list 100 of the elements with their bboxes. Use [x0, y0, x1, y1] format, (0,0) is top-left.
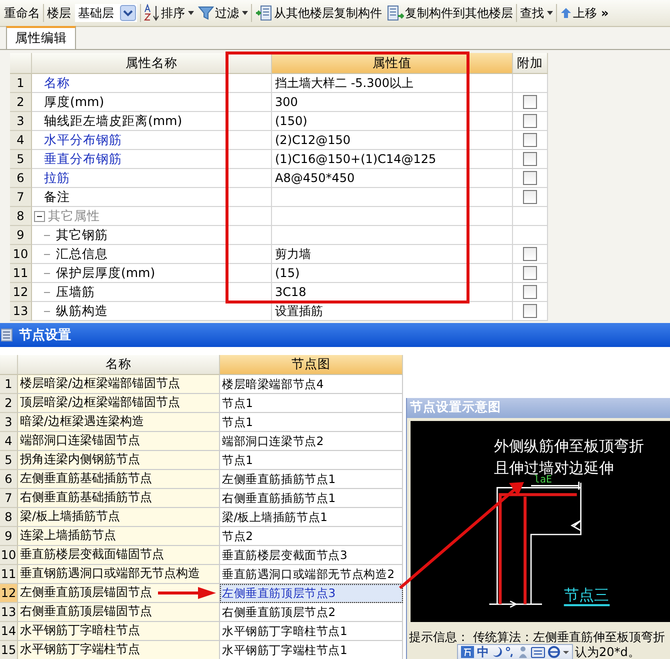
property-name: 备注: [44, 188, 70, 206]
property-value[interactable]: 挡土墙大样二 -5.300以上: [272, 74, 513, 93]
node-cell[interactable]: 左侧垂直筋顶层节点3: [220, 584, 403, 603]
up-arrow-icon: [560, 7, 572, 19]
rename-button[interactable]: 重命名: [2, 2, 42, 24]
node-cell[interactable]: 楼层暗梁端部节点4: [220, 375, 403, 394]
row-number: 2: [10, 93, 32, 112]
row-number: 3: [0, 413, 18, 432]
floor-select[interactable]: 基础层: [75, 4, 137, 22]
property-value[interactable]: (1)C16@150+(1)C14@125: [272, 150, 513, 169]
tab[interactable]: 属性编辑: [6, 26, 76, 49]
checkbox[interactable]: [523, 95, 537, 109]
copy-from-floor-button[interactable]: 从其他楼层复制构件: [253, 2, 384, 24]
checkbox[interactable]: [523, 171, 537, 185]
row-number: 1: [10, 74, 32, 93]
row-number: 12: [0, 584, 18, 603]
node-cell[interactable]: 节点1: [220, 413, 403, 432]
checkbox[interactable]: [523, 266, 537, 280]
checkbox[interactable]: [523, 114, 537, 128]
table-cell: 连梁上墙插筋节点: [18, 527, 220, 546]
diagram-caption: 外侧纵筋伸至板顶弯折: [494, 436, 644, 455]
row-number: 9: [10, 226, 32, 245]
moon-icon[interactable]: [492, 646, 502, 658]
property-value[interactable]: 设置插筋: [272, 302, 513, 321]
column-header: 附加: [513, 53, 548, 74]
sort-button[interactable]: 排序: [142, 2, 196, 24]
column-header: 属性值: [272, 53, 513, 74]
property-name: 保护层厚度(mm): [56, 264, 156, 282]
hint-text: 认为20*d。: [575, 644, 640, 659]
copy-to-floor-button[interactable]: 复制构件到其他楼层: [384, 2, 515, 24]
table-cell: 暗梁/边框梁遇连梁构造: [18, 413, 220, 432]
property-name: 其它钢筋: [56, 226, 108, 244]
table-cell: 左侧垂直筋顶层锚固节点: [18, 584, 220, 603]
checkbox[interactable]: [523, 247, 537, 261]
table-cell: 左侧垂直筋基础插筋节点: [18, 470, 220, 489]
row-number: 11: [0, 565, 18, 584]
ime-logo-icon: [461, 646, 474, 658]
header-cell: [10, 53, 32, 74]
row-number: 14: [0, 622, 18, 641]
dimension-label: laE: [534, 474, 552, 486]
column-header: 节点图: [220, 355, 403, 375]
checkbox[interactable]: [523, 285, 537, 299]
row-number: 8: [10, 207, 32, 226]
property-value[interactable]: 300: [272, 93, 513, 112]
property-value[interactable]: (150): [272, 112, 513, 131]
more-button[interactable]: »: [599, 2, 611, 24]
table-cell: 水平钢筋丁字暗柱节点: [18, 622, 220, 641]
dropdown-icon: [120, 5, 136, 21]
node-cell[interactable]: 端部洞口连梁节点2: [220, 432, 403, 451]
punctuation-icon[interactable]: [505, 646, 515, 658]
checkbox[interactable]: [523, 152, 537, 166]
property-value[interactable]: A8@450*450: [272, 169, 513, 188]
row-number: 13: [10, 302, 32, 321]
window-title: 节点设置: [19, 327, 71, 344]
row-number: 4: [0, 432, 18, 451]
node-cell[interactable]: 节点1: [220, 451, 403, 470]
row-number: 8: [0, 508, 18, 527]
pointer-arrow: [158, 587, 216, 599]
node-cell[interactable]: 梁/板上墙插筋节点1: [220, 508, 403, 527]
panel-title: 节点设置示意图: [407, 398, 670, 418]
node-cell[interactable]: 水平钢筋丁字端柱节点1: [220, 641, 403, 659]
row-number: 10: [10, 245, 32, 264]
checkbox[interactable]: [523, 190, 537, 204]
header-cell: [0, 355, 18, 375]
floor-label: 楼层: [46, 4, 72, 22]
collapse-icon[interactable]: [34, 210, 45, 222]
property-value[interactable]: 剪力墙: [272, 245, 513, 264]
window-icon: [1, 328, 13, 342]
sort-icon: [144, 4, 160, 22]
node-cell[interactable]: 节点1: [220, 394, 403, 413]
node-cell[interactable]: 垂直筋遇洞口或端部无节点构造2: [220, 565, 403, 584]
node-cell[interactable]: 左侧垂直筋插筋节点1: [220, 470, 403, 489]
property-name: 水平分布钢筋: [44, 132, 122, 148]
ime-mode[interactable]: 中: [477, 644, 489, 659]
checkbox[interactable]: [523, 133, 537, 147]
move-up-button[interactable]: 上移: [558, 2, 599, 24]
keyboard-icon[interactable]: [531, 646, 545, 658]
node-cell[interactable]: 节点2: [220, 527, 403, 546]
row-number: 5: [10, 150, 32, 169]
row-number: 6: [10, 169, 32, 188]
row-number: 7: [0, 489, 18, 508]
node-cell[interactable]: 右侧垂直筋顶层节点2: [220, 603, 403, 622]
node-cell[interactable]: 右侧垂直筋插筋节点1: [220, 489, 403, 508]
property-value[interactable]: (2)C12@150: [272, 131, 513, 150]
row-number: 10: [0, 546, 18, 565]
table-cell: 右侧垂直筋基础插筋节点: [18, 489, 220, 508]
hint-text: 提示信息： 传统算法：左侧垂直筋伸至板顶弯折: [409, 630, 666, 644]
column-header: 属性名称: [32, 53, 272, 74]
table-cell: 垂直筋楼层变截面锚固节点: [18, 546, 220, 565]
property-name: 厚度(mm): [44, 94, 104, 110]
property-value[interactable]: 3C18: [272, 283, 513, 302]
node-cell[interactable]: 水平钢筋丁字暗柱节点1: [220, 622, 403, 641]
node-cell[interactable]: 垂直筋楼层变截面节点3: [220, 546, 403, 565]
filter-icon: [198, 5, 214, 21]
copy-document-icon: [255, 4, 273, 22]
row-number: 12: [10, 283, 32, 302]
checkbox[interactable]: [523, 304, 537, 318]
property-value[interactable]: (15): [272, 264, 513, 283]
property-name: 纵筋构造: [56, 302, 108, 320]
table-cell: 顶层暗梁/边框梁端部锚固节点: [18, 394, 220, 413]
